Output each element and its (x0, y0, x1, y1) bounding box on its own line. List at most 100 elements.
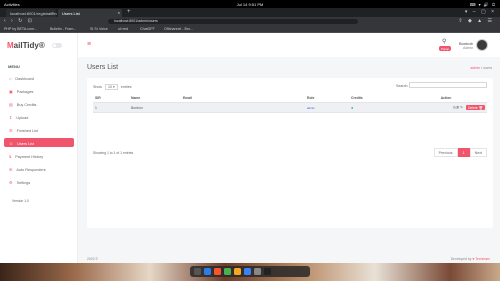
menu-title: MENU (8, 64, 20, 69)
dock (190, 266, 310, 277)
close-icon[interactable]: × (118, 10, 120, 15)
cart-icon: ▤ (9, 101, 13, 107)
menu-icon[interactable]: ≡ (87, 41, 91, 48)
upload-icon: ↥ (9, 114, 13, 120)
window-controls[interactable]: ▾ – ▢ × (465, 9, 496, 15)
footer-credit: Developed by ♥ Techmarx (451, 257, 490, 261)
breadcrumb-users: users (483, 66, 492, 70)
responder-icon: ✉ (9, 166, 13, 172)
cell-sir: 1 (93, 102, 129, 113)
brave-icon[interactable] (214, 268, 221, 275)
sidebar-item-label: Dashboard (15, 76, 34, 81)
sidebar: MailTidy® MENU ⌂ Dashboard ▣ Packages ▤ Buy… (0, 33, 78, 263)
footer-prefix: Developed by (450, 257, 473, 261)
users-icon: ☺ (9, 140, 14, 146)
sidebar-item-label: Upload (16, 115, 29, 120)
system-top-bar: Activities Jul 14 9:51 PM ⌨ ▾ 🔊 ⏻ (0, 0, 500, 8)
logo-mark: M (7, 41, 14, 50)
address-bar[interactable]: localhost:8001/admin/users (108, 18, 358, 24)
sidebar-item-label: Users List (17, 141, 34, 146)
browser-tab[interactable]: localhost:8001/registration × (6, 9, 57, 17)
bookmark-item[interactable]: Bulletin - Fram... (50, 27, 76, 31)
sidebar-item-auto-responders[interactable]: ✉ Auto Responders (4, 164, 74, 173)
bookmarks-bar: PHP by BETA.com... Bulletin - Fram... SI… (0, 25, 500, 33)
terminal-icon[interactable] (234, 268, 241, 275)
settings-icon[interactable] (254, 268, 261, 275)
tab-title: Users List (62, 11, 80, 16)
bookmark-item[interactable]: ul>red (118, 27, 128, 31)
sidebar-item-label: Settings (16, 180, 31, 185)
browser-tab-active[interactable]: Users List × (58, 9, 122, 17)
sidebar-item-upload[interactable]: ↥ Upload (4, 112, 74, 121)
footer-brand[interactable]: ♥ Techmarx (472, 257, 490, 261)
system-tray[interactable]: ⌨ ▾ 🔊 ⏻ (470, 2, 496, 7)
entries-label: entries (120, 85, 132, 89)
browser-extensions[interactable]: ⇧ ◆ ▲ ☰ (458, 18, 494, 24)
sidebar-item-label: Payment History (15, 154, 44, 159)
pagination-previous[interactable]: Previous (433, 148, 458, 157)
pagination: Previous 1 Next (433, 148, 487, 157)
cell-action: Edit ✎ Delete 🗑 (405, 102, 487, 113)
sidebar-item-buy-credits[interactable]: ▤ Buy Credits (4, 99, 74, 108)
bookmark-item[interactable]: Offchannel - Bro... (164, 27, 193, 31)
entries-select[interactable]: 10 ▾ (105, 84, 118, 90)
tab-title: localhost:8001/registration (10, 11, 57, 16)
cell-name: Bonbon (129, 102, 181, 113)
nav-buttons[interactable]: ‹ › ↻ ⊡ (4, 18, 34, 24)
users-table-card: Show 10 ▾ entries Search: SIR Name Email… (87, 78, 493, 228)
column-header[interactable]: SIR (93, 94, 129, 103)
app-launcher-icon[interactable] (194, 268, 201, 275)
sidebar-item-payment-history[interactable]: $ Payment History (4, 151, 74, 160)
version-label: Version 1.0 (12, 199, 29, 203)
column-header[interactable]: Name (129, 94, 181, 103)
table-row: 1 Bonbon admin ● Edit ✎ Delete 🗑 (93, 102, 487, 113)
sidebar-item-label: Finished List (16, 128, 38, 133)
pagination-next[interactable]: Next (469, 148, 487, 157)
avatar[interactable] (476, 39, 488, 51)
package-icon: ▣ (9, 88, 13, 94)
search-label: Search: (396, 84, 409, 88)
search-input[interactable] (409, 82, 487, 88)
sidebar-item-packages[interactable]: ▣ Packages (4, 86, 74, 95)
edit-button[interactable]: Edit ✎ (453, 106, 463, 110)
show-label: Show (93, 85, 102, 89)
column-header[interactable]: Credits (349, 94, 405, 103)
browser-tab-strip: localhost:8001/registration × Users List… (0, 8, 500, 17)
delete-button[interactable]: Delete 🗑 (465, 105, 485, 110)
sidebar-toggle[interactable] (52, 43, 62, 48)
chrome-icon[interactable] (204, 268, 211, 275)
breadcrumb-admin[interactable]: admin (470, 66, 480, 70)
app-page: MailTidy® MENU ⌂ Dashboard ▣ Packages ▤ Buy… (0, 33, 500, 263)
gear-icon: ⚙ (9, 179, 13, 185)
sidebar-item-users-list[interactable]: ☺ Users List (4, 138, 74, 147)
credits-indicator: ● (351, 105, 354, 110)
role-badge: admin (307, 105, 315, 110)
bookmark-item[interactable]: PHP by BETA.com... (4, 27, 37, 31)
sidebar-item-settings[interactable]: ⚙ Settings (4, 177, 74, 186)
close-icon[interactable]: × (52, 10, 54, 15)
entries-value: 10 (108, 85, 112, 89)
column-header[interactable]: Action (405, 94, 487, 103)
files-icon[interactable] (224, 268, 231, 275)
new-tab-button[interactable]: + (127, 9, 131, 15)
sidebar-item-label: Buy Credits (16, 102, 37, 107)
vscode-icon[interactable] (244, 268, 251, 275)
user-role: Admin (463, 46, 474, 50)
column-header[interactable]: Role (305, 94, 349, 103)
pagination-page[interactable]: 1 (457, 148, 470, 157)
bookmark-item[interactable]: ChatGPT (140, 27, 155, 31)
url-text: localhost:8001/admin/users (114, 19, 158, 24)
brand-logo[interactable]: MailTidy® (7, 41, 45, 50)
notification-badge: Popup (439, 46, 452, 51)
column-header[interactable]: Email (181, 94, 305, 103)
table-info: Showing 1 to 1 of 1 entries (93, 151, 134, 155)
entries-control: Show 10 ▾ entries (93, 84, 132, 90)
top-navbar: ≡ ⚲ Popup Bonbob Admin (78, 33, 500, 57)
notification-icon[interactable]: ⚲ (442, 38, 446, 45)
system-clock[interactable]: Jul 14 9:51 PM (0, 2, 500, 7)
show-apps-icon[interactable] (264, 268, 271, 275)
breadcrumb: admin / users (470, 66, 492, 70)
sidebar-item-dashboard[interactable]: ⌂ Dashboard (4, 73, 74, 82)
sidebar-item-finished-list[interactable]: ☰ Finished List (4, 125, 74, 134)
bookmark-item[interactable]: SI Sr Voice (90, 27, 108, 31)
